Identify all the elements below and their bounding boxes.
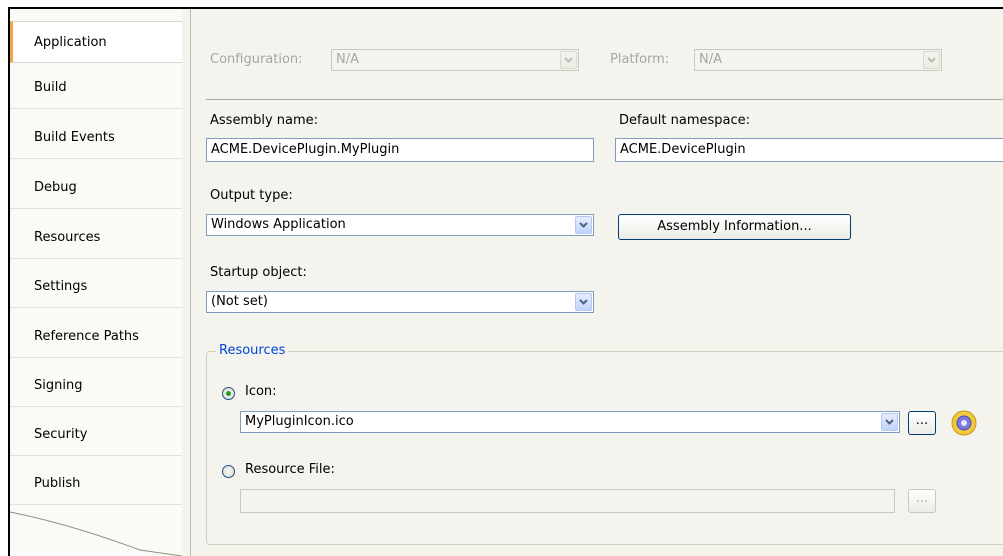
resource-file-browse-button[interactable]: ... [908,489,936,513]
tab-security[interactable]: Security [10,414,182,456]
tab-label: Application [34,35,107,50]
resources-group-title: Resources [216,343,289,358]
tab-reference-paths[interactable]: Reference Paths [10,316,182,358]
chevron-down-icon [575,293,592,311]
icon-value: MyPluginIcon.ico [245,414,354,429]
tab-label: Signing [34,378,83,393]
sidebar: Application Build Build Events Debug Res… [10,9,182,556]
startup-object-select[interactable]: (Not set) [206,291,594,313]
startup-object-label: Startup object: [210,265,307,280]
tab-publish[interactable]: Publish [10,463,182,505]
application-panel: Configuration: N/A Platform: N/A Assembl… [182,9,1003,556]
assembly-information-button[interactable]: Assembly Information... [618,214,851,240]
tab-label: Settings [34,279,88,294]
chevron-down-icon [923,51,940,69]
tab-build-events[interactable]: Build Events [10,117,182,159]
tab-application[interactable]: Application [10,21,182,63]
output-type-select[interactable]: Windows Application [206,214,594,236]
default-namespace-field[interactable]: ACME.DevicePlugin [615,138,1003,162]
tab-strip-curve [10,511,182,556]
tab-label: Build Events [34,130,115,145]
tab-label: Debug [34,180,77,195]
chevron-down-icon [560,51,577,69]
output-type-value: Windows Application [211,217,346,232]
tab-label: Resources [34,230,101,245]
startup-object-value: (Not set) [211,294,268,309]
default-namespace-label: Default namespace: [619,113,751,128]
tab-settings[interactable]: Settings [10,266,182,308]
config-divider [206,99,1003,100]
tab-build[interactable]: Build [10,67,182,109]
tab-debug[interactable]: Debug [10,167,182,209]
platform-value: N/A [699,52,722,67]
tab-label: Publish [34,476,81,491]
icon-browse-button[interactable]: ... [908,411,936,435]
assembly-name-field[interactable]: ACME.DevicePlugin.MyPlugin [206,138,594,162]
icon-select[interactable]: MyPluginIcon.ico [240,411,900,433]
resource-file-browse-label: ... [915,491,929,506]
assembly-name-label: Assembly name: [210,113,319,128]
tab-label: Security [34,427,88,442]
platform-select[interactable]: N/A [694,49,942,71]
resource-file-field[interactable] [240,489,895,513]
icon-preview-gear-icon [951,410,977,436]
resource-file-radio[interactable] [222,465,235,478]
tab-label: Build [34,80,67,95]
platform-label: Platform: [610,52,670,67]
chevron-down-icon [575,216,592,234]
output-type-label: Output type: [210,188,293,203]
tab-label: Reference Paths [34,329,139,344]
tab-signing[interactable]: Signing [10,365,182,407]
assembly-information-label: Assembly Information... [657,219,812,234]
icon-label: Icon: [245,384,277,399]
configuration-select[interactable]: N/A [331,49,579,71]
chevron-down-icon [881,413,898,431]
resources-groupbox [206,351,1003,545]
assembly-name-value: ACME.DevicePlugin.MyPlugin [211,142,400,157]
default-namespace-value: ACME.DevicePlugin [620,142,746,157]
icon-radio[interactable] [222,387,235,400]
icon-browse-label: ... [915,413,929,428]
resource-file-label: Resource File: [245,462,335,477]
configuration-label: Configuration: [210,52,303,67]
tab-resources[interactable]: Resources [10,217,182,259]
configuration-value: N/A [336,52,359,67]
